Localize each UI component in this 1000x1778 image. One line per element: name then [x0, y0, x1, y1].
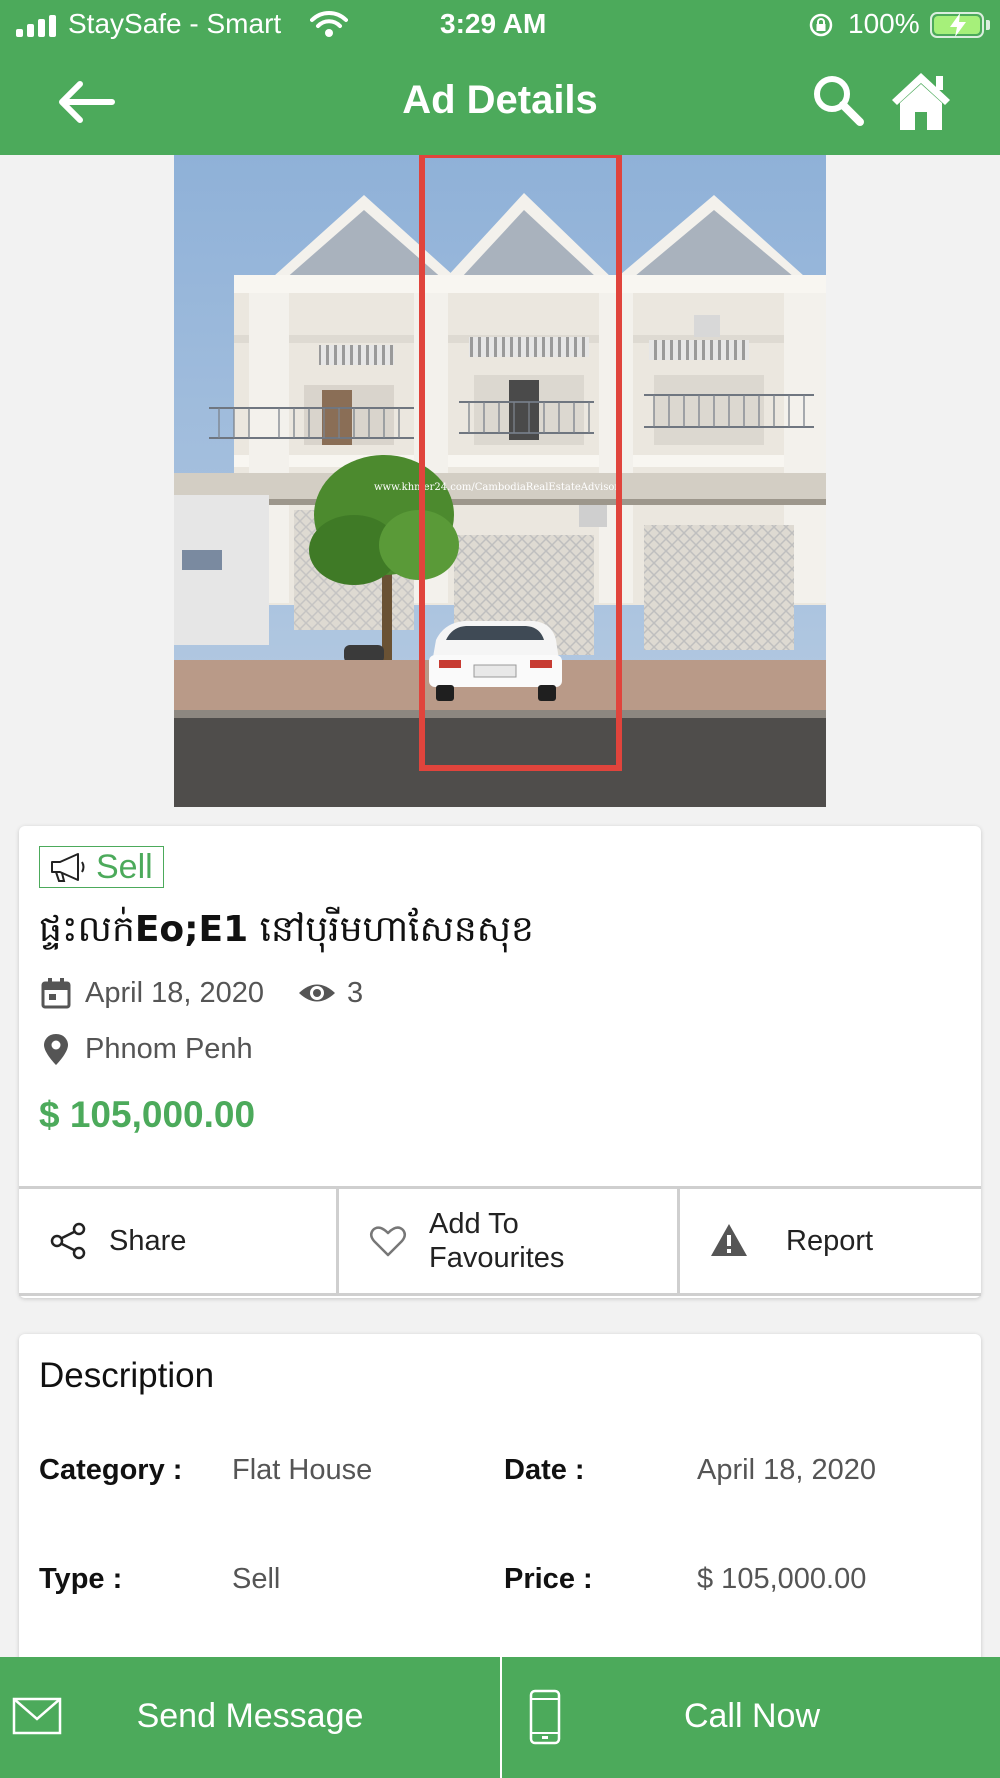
wifi-icon — [310, 10, 348, 37]
view-count: 3 — [297, 976, 363, 1010]
price-value: $ 105,000.00 — [697, 1563, 867, 1595]
bottom-action-bar: Send Message Call Now — [0, 1657, 1000, 1778]
posted-date: April 18, 2020 — [39, 976, 264, 1010]
battery-percent: 100% — [848, 8, 920, 39]
listing-photo[interactable]: www.khmer24.com/CambodiaRealEstateAdviso… — [174, 155, 826, 807]
category-label: Category : — [39, 1454, 183, 1486]
type-label: Type : — [39, 1563, 123, 1595]
action-bar: Share Add To Favourites Report — [19, 1186, 981, 1296]
location-text: Phnom Penh — [85, 1032, 253, 1065]
home-icon[interactable] — [890, 70, 952, 132]
share-icon — [50, 1222, 86, 1260]
price-label: Price : — [504, 1563, 593, 1595]
megaphone-icon — [51, 853, 85, 882]
share-button[interactable]: Share — [19, 1189, 339, 1293]
location-pin-icon — [44, 1034, 68, 1065]
calendar-icon — [41, 978, 71, 1009]
search-icon[interactable] — [810, 72, 866, 128]
date-label: Date : — [504, 1454, 585, 1486]
eye-icon — [299, 984, 335, 1002]
rotation-lock-icon — [809, 13, 833, 37]
ad-title-prefix: ផ្ទះលក់ — [39, 909, 135, 950]
call-now-label: Call Now — [683, 1697, 821, 1735]
warning-icon — [711, 1224, 747, 1256]
report-button[interactable]: Report — [680, 1189, 981, 1293]
add-to-favourites-label: Add To Favourites — [429, 1207, 564, 1275]
carrier-name: StaySafe - Smart — [68, 8, 282, 39]
app-bar: Ad Details — [0, 50, 1000, 155]
description-title: Description — [39, 1356, 215, 1395]
share-label: Share — [109, 1225, 187, 1257]
price: $ 105,000.00 — [39, 1094, 256, 1135]
type-value: Sell — [232, 1563, 281, 1595]
ad-details-screen: StaySafe - Smart 3:29 AM 100% Ad Details… — [0, 0, 1000, 1778]
status-time: 3:29 AM — [440, 8, 547, 39]
battery-nub — [986, 20, 990, 30]
header: StaySafe - Smart 3:29 AM 100% Ad Details — [0, 0, 1000, 155]
signal-icon — [16, 15, 62, 37]
category-value: Flat House — [232, 1454, 373, 1486]
view-count-text: 3 — [347, 976, 364, 1009]
ad-title-suffix: នៅបុរីមហាសែនសុខ — [248, 909, 534, 950]
battery-icon — [930, 12, 984, 38]
posted-date-text: April 18, 2020 — [85, 976, 264, 1009]
add-to-favourites-button[interactable]: Add To Favourites — [339, 1189, 680, 1293]
tag-label: Sell — [96, 847, 153, 886]
status-bar: StaySafe - Smart 3:29 AM 100% — [0, 0, 1000, 50]
heart-icon — [370, 1226, 406, 1257]
date-value: April 18, 2020 — [697, 1454, 876, 1486]
favourites-label-line1: Add To — [429, 1208, 519, 1240]
send-message-button[interactable]: Send Message — [0, 1657, 500, 1778]
location: Phnom Penh — [39, 1032, 253, 1066]
report-label: Report — [786, 1225, 874, 1257]
send-message-label: Send Message — [136, 1697, 364, 1735]
listing-type-tag: Sell — [39, 846, 164, 888]
ad-title: ផ្ទះលក់Eo;E1 នៅបុរីមហាសែនសុខ — [39, 906, 534, 959]
call-now-button[interactable]: Call Now — [500, 1657, 1000, 1778]
watermark-text: www.khmer24.com/CambodiaRealEstateAdviso… — [374, 482, 619, 493]
favourites-label-line2: Favourites — [429, 1242, 565, 1274]
ad-title-bold: Eo;E1 — [134, 909, 249, 950]
ad-summary-card: Sell ផ្ទះលក់Eo;E1 នៅបុរីមហាសែនសុខ April … — [19, 826, 981, 1298]
